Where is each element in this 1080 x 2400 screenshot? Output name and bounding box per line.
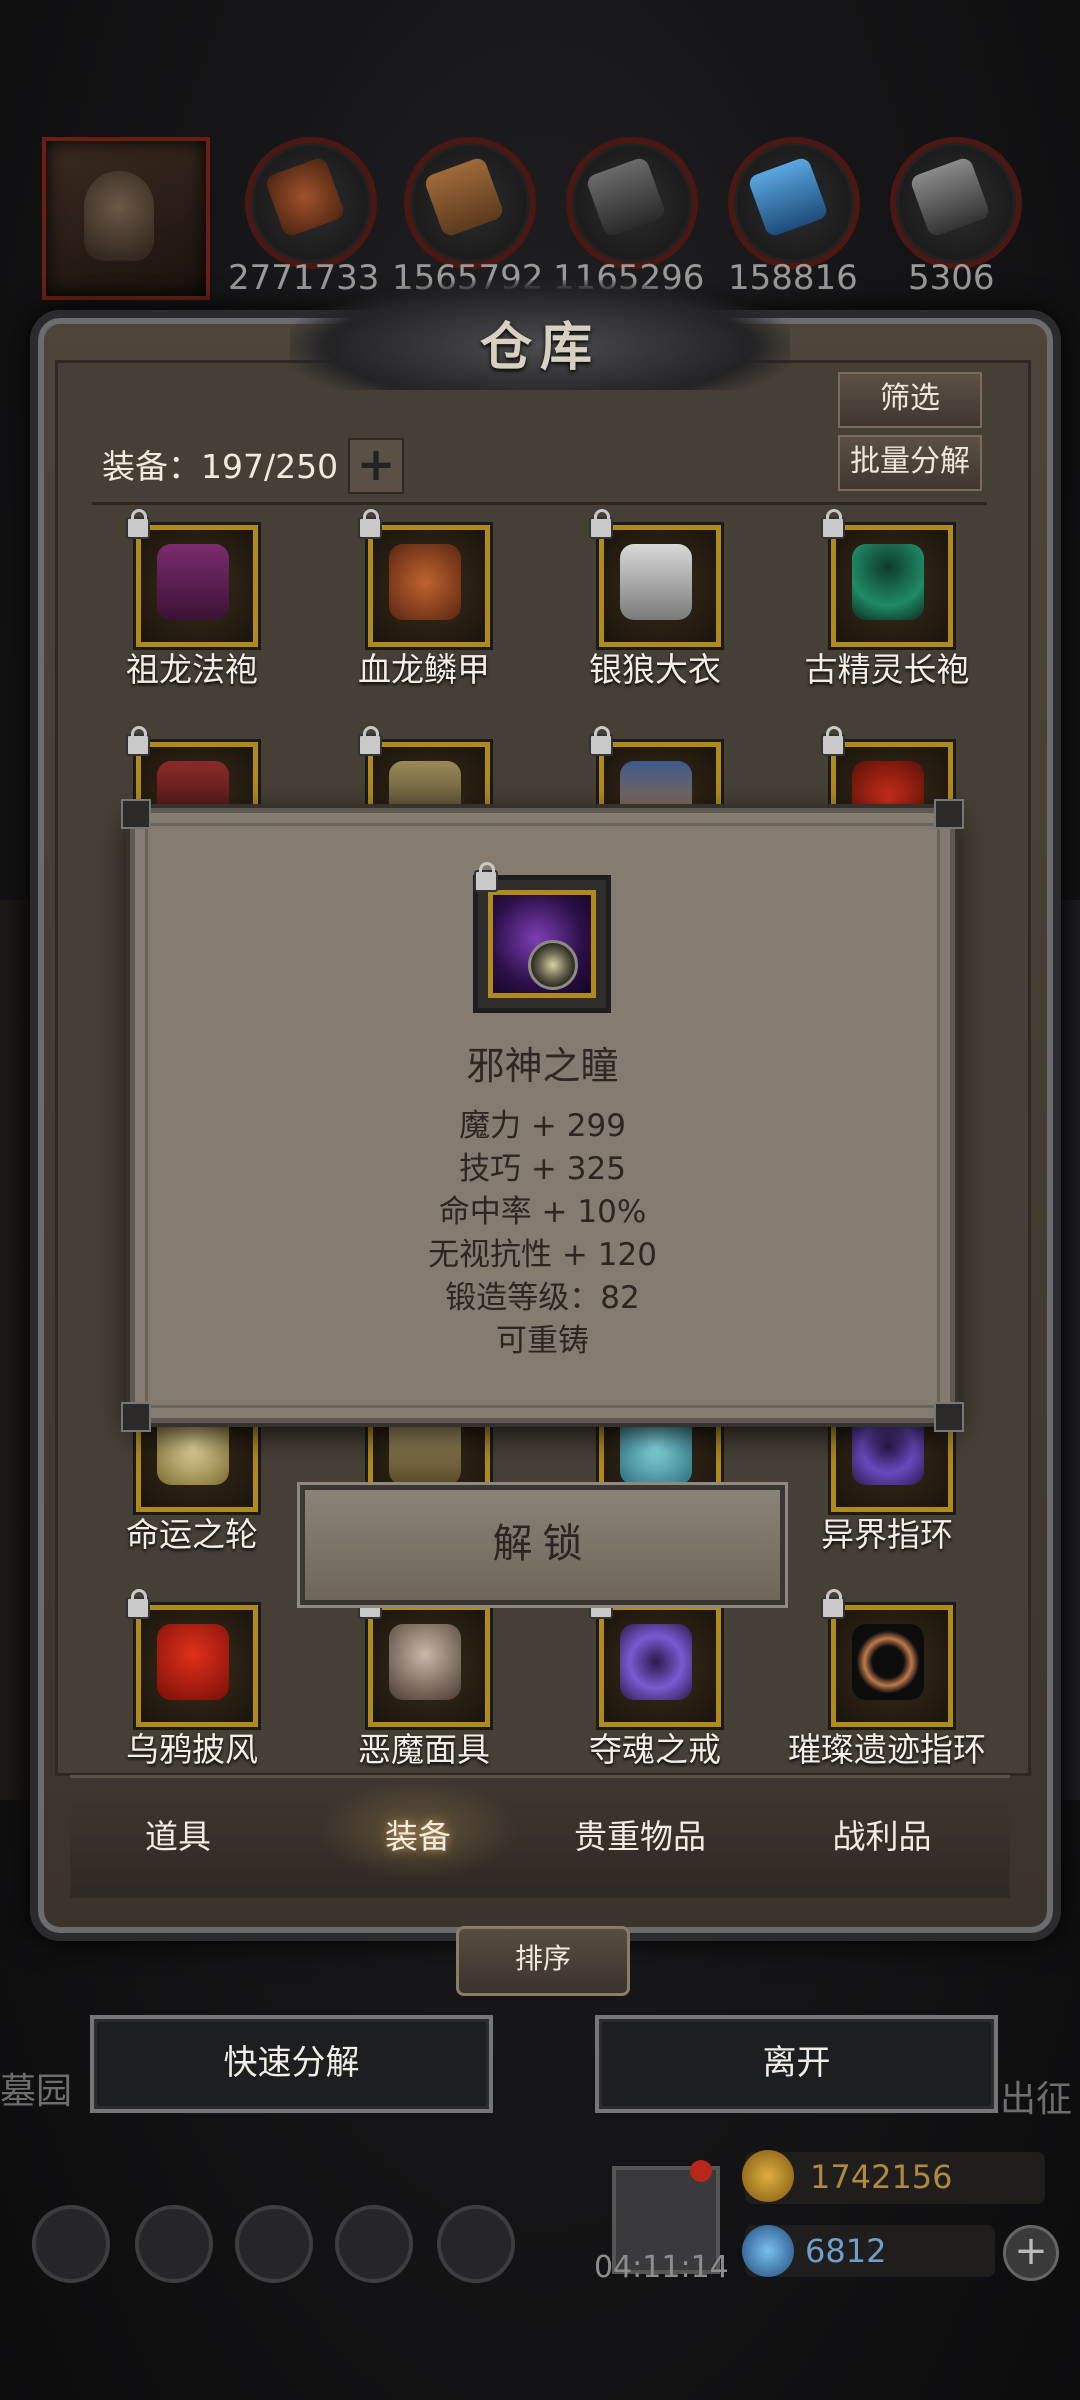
- resource-crystal-icon[interactable]: [728, 137, 860, 269]
- item-name: 血龙鳞甲: [358, 650, 490, 689]
- armor-icon: [389, 544, 461, 620]
- item-name: 银狼大衣: [589, 650, 721, 689]
- shop-icon[interactable]: [235, 2205, 313, 2283]
- gem-amount: 6812: [805, 2232, 887, 2270]
- quick-decompose-button[interactable]: 快速分解: [90, 2015, 493, 2113]
- gift-timer: 04:11:14: [594, 2250, 729, 2285]
- cloak-icon: [852, 544, 924, 620]
- leave-button[interactable]: 离开: [595, 2015, 998, 2113]
- stat-line: 魔力 + 299: [459, 1108, 626, 1144]
- item-slot[interactable]: 古精灵长袍: [787, 509, 987, 689]
- ring-icon: [852, 1624, 924, 1700]
- stat-line: 可重铸: [496, 1323, 589, 1359]
- star-icon[interactable]: [135, 2205, 213, 2283]
- mask-icon: [389, 1624, 461, 1700]
- tab-items[interactable]: 道具: [78, 1810, 278, 1858]
- cape-icon: [157, 1624, 229, 1700]
- eye-amulet-icon: [528, 940, 578, 990]
- divider: [92, 502, 987, 505]
- resource-value-5: 5306: [908, 258, 995, 298]
- lock-icon: [358, 509, 382, 539]
- resource-wood-icon[interactable]: [404, 137, 536, 269]
- settings-icon[interactable]: [32, 2205, 110, 2283]
- corner-ornament: [121, 1402, 151, 1432]
- item-slot[interactable]: 恶魔面具: [324, 1589, 524, 1769]
- resource-iron-icon[interactable]: [890, 137, 1022, 269]
- item-slot[interactable]: 血龙鳞甲: [324, 509, 524, 689]
- gold-coin-icon: [742, 2150, 794, 2202]
- robe-icon: [157, 544, 229, 620]
- notification-dot: [690, 2160, 712, 2182]
- gem-icon: [742, 2225, 794, 2277]
- item-slot[interactable]: 乌鸦披风: [92, 1589, 292, 1769]
- popup-stats: 魔力 + 299 技巧 + 325 命中率 + 10% 无视抗性 + 120 锻…: [135, 1105, 950, 1363]
- lock-icon: [126, 726, 150, 756]
- hero-portrait[interactable]: [42, 137, 210, 300]
- lock-icon: [589, 509, 613, 539]
- batch-decompose-button[interactable]: 批量分解: [838, 435, 982, 491]
- lock-icon: [821, 509, 845, 539]
- lock-icon: [589, 726, 613, 756]
- item-slot[interactable]: 璀璨遗迹指环: [787, 1589, 987, 1769]
- lock-icon: [821, 1589, 845, 1619]
- sort-button[interactable]: 排序: [456, 1926, 630, 1996]
- item-name: 古精灵长袍: [804, 650, 970, 689]
- panel-title: 仓库: [479, 318, 600, 378]
- popup-item-slot: [473, 862, 611, 1013]
- lock-icon: [126, 509, 150, 539]
- lock-icon: [821, 726, 845, 756]
- item-name: 恶魔面具: [358, 1730, 490, 1769]
- item-name: 夺魂之戒: [589, 1730, 721, 1769]
- corner-ornament: [934, 799, 964, 829]
- capacity-label: 装备：197/250: [102, 447, 339, 486]
- item-name: 命运之轮: [126, 1515, 258, 1554]
- hero-face-icon: [84, 171, 154, 261]
- item-name: 祖龙法袍: [126, 650, 258, 689]
- resource-stone-icon[interactable]: [566, 137, 698, 269]
- corner-ornament: [121, 799, 151, 829]
- mail-icon[interactable]: [335, 2205, 413, 2283]
- tab-equipment[interactable]: 装备: [318, 1810, 518, 1858]
- expedition-label[interactable]: 出征: [1000, 2070, 1072, 2122]
- gold-amount: 1742156: [810, 2158, 953, 2196]
- lock-icon: [474, 862, 498, 892]
- lock-icon: [358, 726, 382, 756]
- expand-capacity-button[interactable]: +: [348, 438, 404, 494]
- item-slot[interactable]: 银狼大衣: [555, 509, 755, 689]
- unlock-button[interactable]: 解锁: [300, 1485, 785, 1605]
- coat-icon: [620, 544, 692, 620]
- popup-item-name: 邪神之瞳: [466, 1044, 619, 1088]
- item-name: 乌鸦披风: [126, 1730, 258, 1769]
- item-detail-popup: 邪神之瞳 魔力 + 299 技巧 + 325 命中率 + 10% 无视抗性 + …: [121, 799, 964, 1432]
- item-name: 璀璨遗迹指环: [788, 1730, 986, 1769]
- resource-meat-icon[interactable]: [245, 137, 377, 269]
- corner-ornament: [934, 1402, 964, 1432]
- stat-line: 无视抗性 + 120: [428, 1237, 657, 1273]
- item-name: 异界指环: [821, 1515, 953, 1554]
- ring-icon: [620, 1624, 692, 1700]
- stat-line: 锻造等级：82: [445, 1280, 640, 1316]
- tab-loot[interactable]: 战利品: [782, 1810, 982, 1858]
- item-slot[interactable]: 夺魂之戒: [555, 1589, 755, 1769]
- item-slot[interactable]: 祖龙法袍: [92, 509, 292, 689]
- lock-icon: [126, 1589, 150, 1619]
- graveyard-label[interactable]: 墓园: [0, 2062, 72, 2114]
- tab-valuables[interactable]: 贵重物品: [540, 1810, 740, 1858]
- stat-line: 命中率 + 10%: [438, 1194, 647, 1230]
- filter-button[interactable]: 筛选: [838, 372, 982, 428]
- stat-line: 技巧 + 325: [459, 1151, 626, 1187]
- add-currency-button[interactable]: +: [1003, 2225, 1059, 2281]
- menu-icon[interactable]: [437, 2205, 515, 2283]
